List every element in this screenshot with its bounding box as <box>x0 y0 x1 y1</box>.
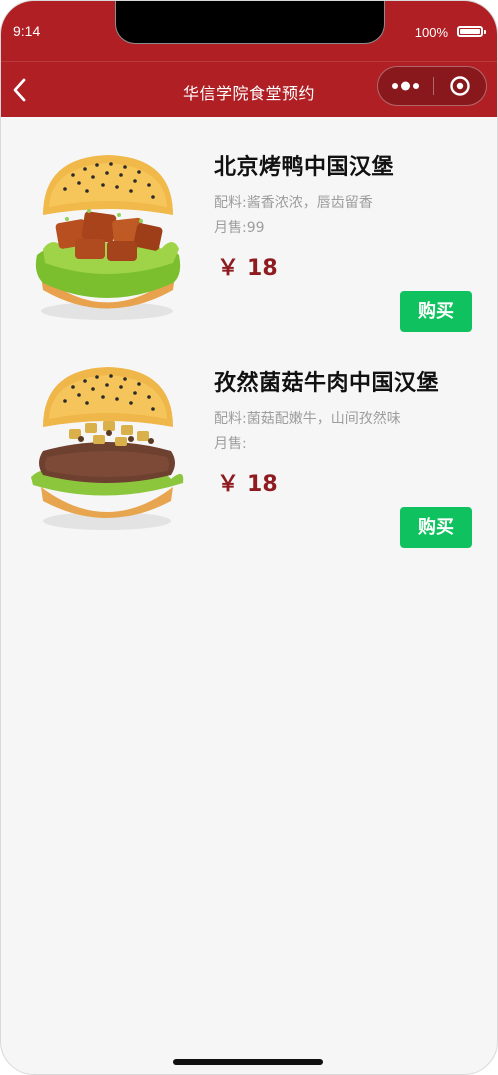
target-close-icon <box>450 76 470 96</box>
menu-item: 北京烤鸭中国汉堡 配料:酱香浓浓，唇齿留香 月售:99 ￥ 18 购买 <box>1 117 497 333</box>
currency-symbol: ￥ <box>217 472 240 497</box>
home-indicator[interactable] <box>173 1059 323 1065</box>
food-ingredients: 配料:酱香浓浓，唇齿留香 <box>214 195 373 211</box>
miniprogram-capsule <box>377 66 487 106</box>
battery-icon <box>457 26 486 37</box>
price-value: 18 <box>247 256 278 281</box>
food-price: ￥ 18 <box>217 250 278 282</box>
menu-list: 北京烤鸭中国汉堡 配料:酱香浓浓，唇齿留香 月售:99 ￥ 18 购买 孜然菌菇… <box>1 117 497 549</box>
battery-percentage: 100% <box>414 25 448 40</box>
app-header: 9:14 100% 华信学院食堂预约 <box>1 1 497 117</box>
food-ingredients: 配料:菌菇配嫩牛，山间孜然味 <box>214 411 401 427</box>
status-bar: 9:14 100% <box>1 1 497 62</box>
food-name: 孜然菌菇牛肉中国汉堡 <box>214 371 440 396</box>
status-time: 9:14 <box>13 23 41 39</box>
navigation-bar: 华信学院食堂预约 <box>1 62 497 117</box>
more-dots-icon <box>392 81 419 91</box>
duck-burger-image <box>23 145 193 325</box>
menu-item: 孜然菌菇牛肉中国汉堡 配料:菌菇配嫩牛，山间孜然味 月售: ￥ 18 购买 <box>1 333 497 549</box>
buy-button[interactable]: 购买 <box>400 507 472 548</box>
camera-notch <box>115 1 385 44</box>
buy-button[interactable]: 购买 <box>400 291 472 332</box>
close-miniprogram-button[interactable] <box>434 67 486 105</box>
food-price: ￥ 18 <box>217 466 278 498</box>
monthly-sales: 月售: <box>214 436 247 452</box>
food-name: 北京烤鸭中国汉堡 <box>214 155 395 180</box>
mushroom-beef-burger-image <box>23 361 193 541</box>
monthly-sales: 月售:99 <box>214 220 265 236</box>
currency-symbol: ￥ <box>217 256 240 281</box>
more-menu-button[interactable] <box>378 67 433 105</box>
phone-screen: 9:14 100% 华信学院食堂预约 北京烤鸭中国汉堡 配料:酱香浓浓，唇齿留香… <box>0 0 498 1075</box>
price-value: 18 <box>247 472 278 497</box>
